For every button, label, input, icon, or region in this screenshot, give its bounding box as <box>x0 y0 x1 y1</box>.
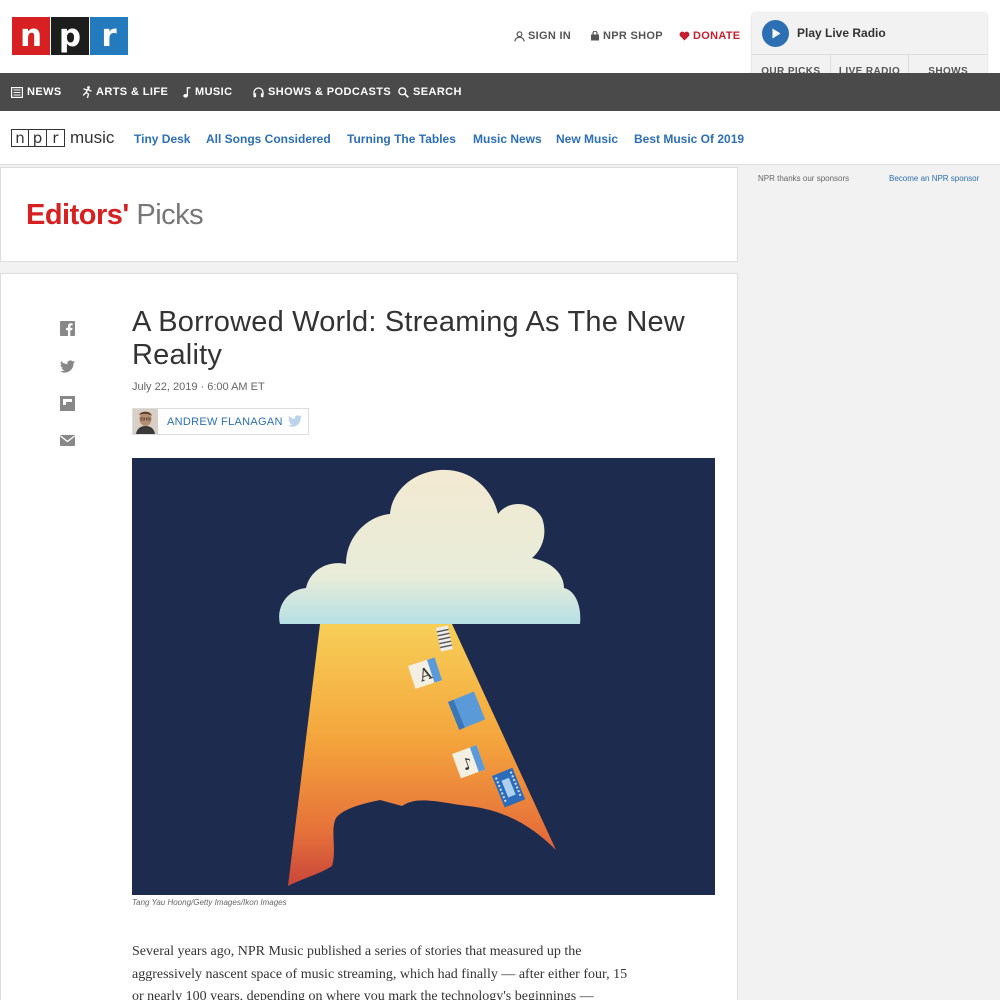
subnav-best-music-2019[interactable]: Best Music Of 2019 <box>634 132 744 146</box>
donate-link[interactable]: DONATE <box>679 30 740 42</box>
facebook-icon <box>59 320 75 336</box>
subnav-turning-the-tables[interactable]: Turning The Tables <box>347 132 456 146</box>
nav-shows-podcasts-label: SHOWS & PODCASTS <box>268 86 392 98</box>
sponsor-thanks: NPR thanks our sponsors <box>758 174 850 183</box>
section-title-second: Picks <box>136 199 204 231</box>
twitter-icon <box>59 359 75 373</box>
article-headline: A Borrowed World: Streaming As The New R… <box>132 306 685 371</box>
section-title-first: Editors' <box>26 199 129 231</box>
donate-label: DONATE <box>693 30 741 42</box>
share-facebook[interactable] <box>59 320 75 336</box>
play-live-radio-label: Play Live Radio <box>797 26 886 40</box>
music-subnav: n p r music Tiny Desk All Songs Consider… <box>0 111 1000 165</box>
logo-letter-n: n <box>12 17 50 55</box>
sign-in-link[interactable]: SIGN IN <box>514 30 571 42</box>
music-logo-r: r <box>47 129 65 147</box>
nav-music-label: MUSIC <box>195 86 233 98</box>
logo-letter-p: p <box>51 17 89 55</box>
subnav-music-news[interactable]: Music News <box>473 132 542 146</box>
article-date: July 22, 2019 · 6:00 AM ET <box>132 381 265 393</box>
nav-search[interactable]: SEARCH <box>398 86 462 98</box>
music-logo-n: n <box>11 129 29 147</box>
npr-shop-label: NPR SHOP <box>603 30 663 42</box>
logo-letter-r: r <box>90 17 128 55</box>
flipboard-icon <box>59 395 75 411</box>
image-caption: Tang Yau Hoong/Getty Images/Ikon Images <box>132 898 287 907</box>
author-name[interactable]: ANDREW FLANAGAN <box>167 416 283 428</box>
nav-music[interactable]: MUSIC <box>183 86 232 98</box>
npr-music-logo[interactable]: n p r music <box>11 128 114 148</box>
npr-logo[interactable]: n p r <box>12 17 129 55</box>
main-nav: NEWS ARTS & LIFE MUSIC SHOWS & PODCASTS … <box>0 73 1000 111</box>
become-sponsor-link[interactable]: Become an NPR sponsor <box>889 174 979 183</box>
play-icon[interactable] <box>762 19 789 47</box>
twitter-icon[interactable] <box>288 415 302 427</box>
subnav-tiny-desk[interactable]: Tiny Desk <box>134 132 190 146</box>
editors-picks-header: Editors' Picks <box>0 167 738 262</box>
author-byline[interactable]: ANDREW FLANAGAN <box>132 408 309 435</box>
heart-icon <box>679 31 690 41</box>
nav-search-label: SEARCH <box>413 86 462 98</box>
nav-news[interactable]: NEWS <box>11 86 62 98</box>
music-logo-word: music <box>70 128 115 147</box>
nav-shows-podcasts[interactable]: SHOWS & PODCASTS <box>253 86 391 98</box>
nav-arts-life[interactable]: ARTS & LIFE <box>82 86 168 98</box>
sign-in-label: SIGN IN <box>528 30 572 42</box>
article: A Borrowed World: Streaming As The New R… <box>0 273 738 1000</box>
share-flipboard[interactable] <box>59 395 75 411</box>
subnav-new-music[interactable]: New Music <box>556 132 618 146</box>
share-email[interactable] <box>59 432 75 448</box>
user-icon <box>514 30 525 42</box>
email-icon <box>59 434 75 446</box>
nav-news-label: NEWS <box>27 86 62 98</box>
newspaper-icon <box>11 86 23 98</box>
article-body: Several years ago, NPR Music published a… <box>132 944 628 1000</box>
share-twitter[interactable] <box>59 358 75 374</box>
avatar[interactable] <box>133 409 158 434</box>
music-note-icon <box>183 86 191 98</box>
headphones-icon <box>253 86 264 97</box>
hero-image[interactable]: A ♪ <box>132 458 715 895</box>
nav-arts-life-label: ARTS & LIFE <box>96 86 169 98</box>
bag-icon <box>591 31 599 41</box>
search-icon <box>398 86 409 98</box>
subnav-all-songs-considered[interactable]: All Songs Considered <box>206 132 331 146</box>
section-title[interactable]: Editors' Picks <box>26 199 204 232</box>
play-live-radio-button[interactable]: Play Live Radio <box>752 12 987 54</box>
music-logo-p: p <box>29 129 47 147</box>
dancer-icon <box>82 86 92 98</box>
npr-shop-link[interactable]: NPR SHOP <box>590 30 663 42</box>
